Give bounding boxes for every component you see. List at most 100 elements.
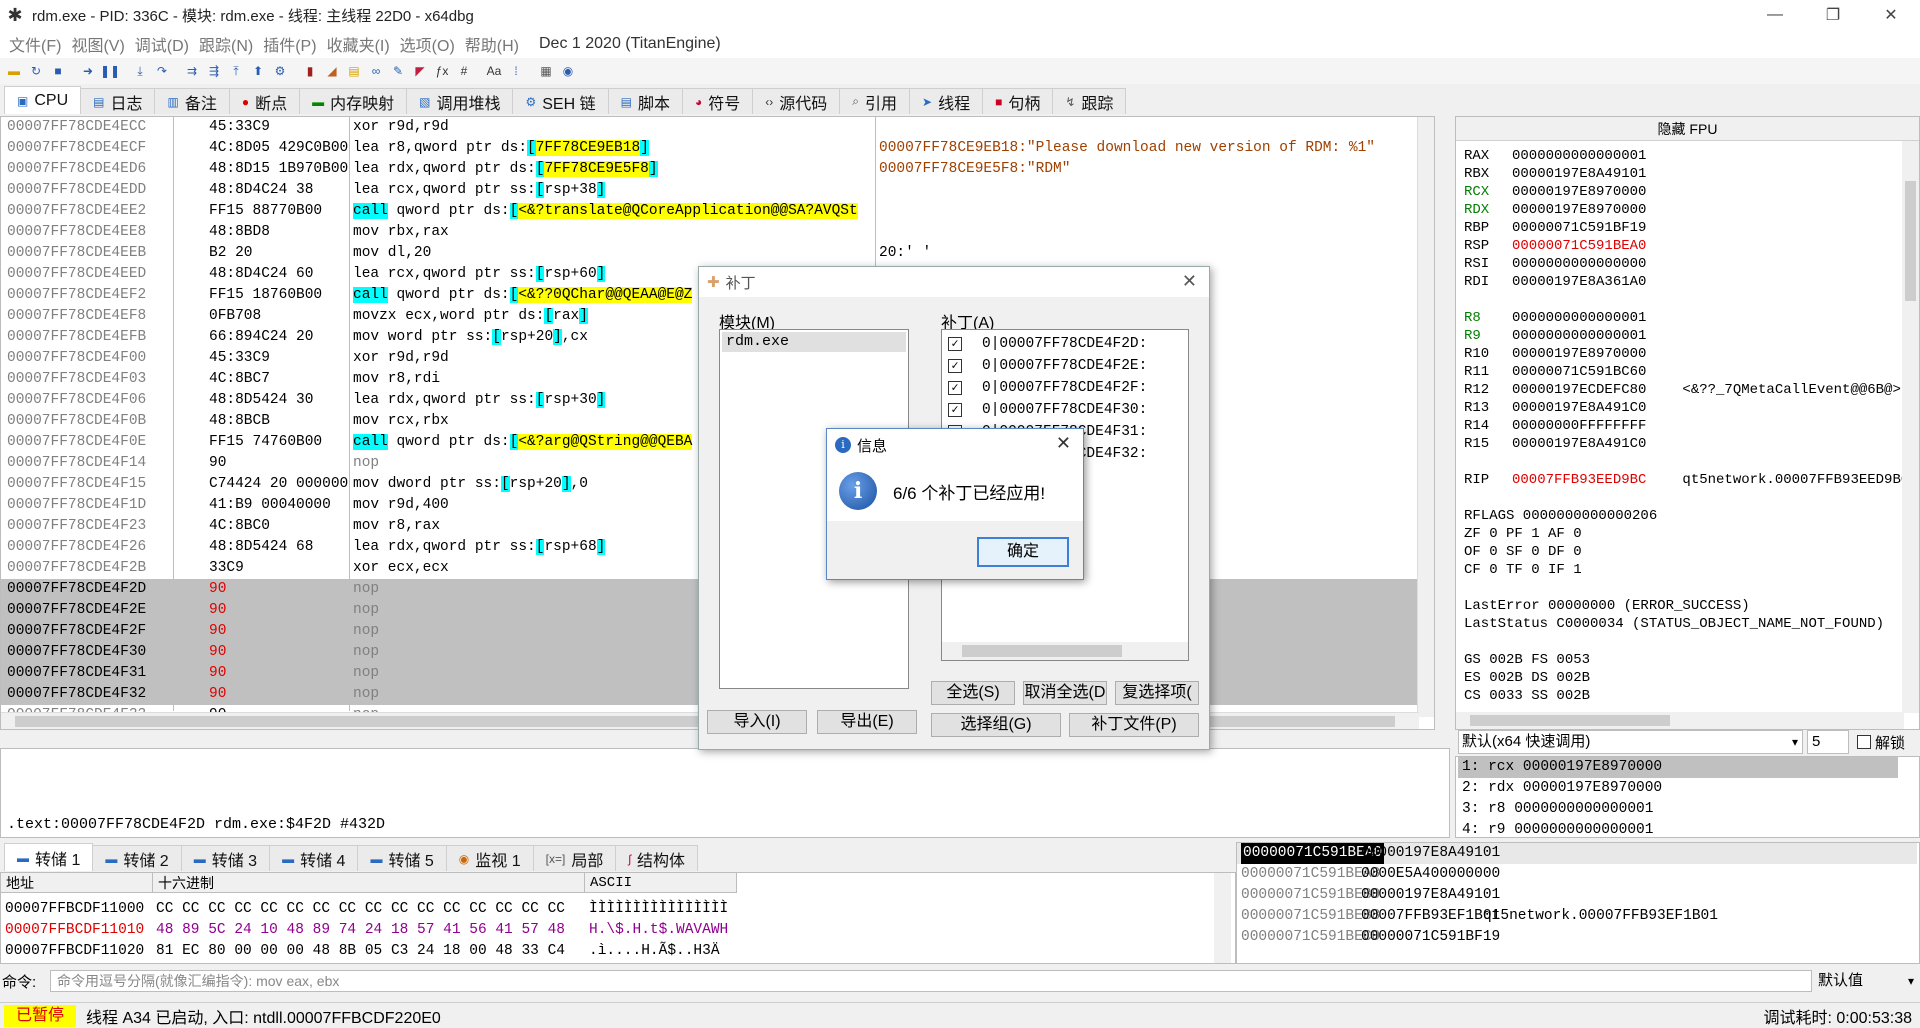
disasm-vertical-scrollbar[interactable] xyxy=(1417,117,1434,717)
patch-checkbox[interactable]: ✓ xyxy=(948,359,962,373)
patch-checkbox[interactable]: ✓ xyxy=(948,403,962,417)
tab-handles[interactable]: ■ 句柄 xyxy=(982,88,1054,114)
command-input[interactable]: 命令用逗号分隔(就像汇编指令): mov eax, ebx xyxy=(50,970,1812,992)
register-line[interactable]: OF 0 SF 0 DF 0 xyxy=(1464,543,1582,561)
register-line[interactable]: R8 0000000000000001 xyxy=(1464,309,1646,327)
import-button[interactable]: 导入(I) xyxy=(707,710,807,734)
register-line[interactable]: R15 00000197E8A491C0 xyxy=(1464,435,1646,453)
registers-horizontal-scrollbar[interactable] xyxy=(1456,712,1904,729)
register-line[interactable]: GS 002B FS 0053 xyxy=(1464,651,1590,669)
pause-icon[interactable]: ❚❚ xyxy=(100,61,120,81)
eraser-icon[interactable]: ◤ xyxy=(410,61,430,81)
calculator-icon[interactable]: ▦ xyxy=(536,61,556,81)
disasm-row[interactable]: 00007FF78CDE4EEB B2 20 mov dl,20 xyxy=(1,243,1419,264)
patch-item[interactable]: ✓ 0|00007FF78CDE4F30: xyxy=(948,400,1147,420)
patches-horizontal-scrollbar[interactable] xyxy=(942,642,1188,660)
execute-till-return-icon[interactable]: ⬆ xyxy=(248,61,268,81)
bookmark-icon[interactable]: ✎ xyxy=(388,61,408,81)
arg-count-spinner[interactable]: 5 xyxy=(1807,730,1849,754)
font-icon[interactable]: Aa xyxy=(484,61,504,81)
tab-dump-2[interactable]: ▬ 转储 2 xyxy=(92,845,182,871)
tab-references[interactable]: ⌕ 引用 xyxy=(839,88,910,114)
run-to-user-icon[interactable]: ⤒ xyxy=(226,61,246,81)
dump-view[interactable]: 地址 十六进制 ASCII 00007FFBCDF11000 CC CC CC … xyxy=(0,872,1236,964)
patch-item[interactable]: ✓ 0|00007FF78CDE4F2D: xyxy=(948,334,1147,354)
register-line[interactable]: R11 00000071C591BC60 xyxy=(1464,363,1646,381)
register-line[interactable]: RDI 00000197E8A361A0 xyxy=(1464,273,1646,291)
menu-debug[interactable]: 调试(D) xyxy=(130,32,194,56)
patch-icon[interactable]: ◢ xyxy=(322,61,342,81)
tab-script[interactable]: ▤ 脚本 xyxy=(607,88,683,114)
comment-icon[interactable]: ▤ xyxy=(344,61,364,81)
menu-favourites[interactable]: 收藏夹(I) xyxy=(322,32,395,56)
dump-vertical-scrollbar[interactable] xyxy=(1214,873,1231,963)
register-line[interactable]: RCX 00000197E8970000 xyxy=(1464,183,1646,201)
run-icon[interactable]: ➜ xyxy=(78,61,98,81)
tab-dump-1[interactable]: ▬ 转储 1 xyxy=(4,843,94,871)
register-line[interactable]: RSP 00000071C591BEA0 xyxy=(1464,237,1646,255)
unlock-checkbox[interactable] xyxy=(1857,735,1871,749)
tab-trace[interactable]: ↯ 跟踪 xyxy=(1052,88,1127,114)
register-line[interactable]: R9 0000000000000001 xyxy=(1464,327,1646,345)
select-all-button[interactable]: 全选(S) xyxy=(931,681,1015,705)
menu-options[interactable]: 选项(O) xyxy=(395,32,460,56)
patch-dialog-close-button[interactable]: ✕ xyxy=(1182,271,1197,292)
register-line[interactable]: CF 0 TF 0 IF 1 xyxy=(1464,561,1582,579)
patch-checkbox[interactable]: ✓ xyxy=(948,337,962,351)
menu-trace[interactable]: 跟踪(N) xyxy=(194,32,258,56)
register-line[interactable]: CS 0033 SS 002B xyxy=(1464,687,1590,705)
strings-icon[interactable]: ⁞ xyxy=(506,61,526,81)
register-line[interactable]: R10 00000197E8970000 xyxy=(1464,345,1646,363)
link-icon[interactable]: ∞ xyxy=(366,61,386,81)
tab-memory-map[interactable]: ▬ 内存映射 xyxy=(299,88,408,114)
register-line[interactable]: RIP 00007FFB93EED9BC qt5network.00007FFB93… xyxy=(1464,471,1909,489)
register-line[interactable]: R12 00000197ECDEFC80 <&??_7QMetaCallEvent@… xyxy=(1464,381,1901,399)
module-item[interactable]: rdm.exe xyxy=(722,332,906,352)
register-line[interactable]: LastError 00000000 (ERROR_SUCCESS) xyxy=(1464,597,1750,615)
script-icon[interactable]: ▮ xyxy=(300,61,320,81)
menu-plugins[interactable]: 插件(P) xyxy=(258,32,321,56)
tab-struct[interactable]: ʃ 结构体 xyxy=(615,845,699,871)
disasm-row[interactable]: 00007FF78CDE4EE8 48:8BD8 mov rbx,rax xyxy=(1,222,1419,243)
minimize-button[interactable]: — xyxy=(1746,0,1804,30)
register-line[interactable]: RSI 0000000000000000 xyxy=(1464,255,1646,273)
disasm-row[interactable]: 00007FF78CDE4ED6 48:8D15 1B970B00 lea rdx,… xyxy=(1,159,1419,180)
stack-view[interactable]: 00000071C591BEA0 00000197E8A49101 000000… xyxy=(1236,842,1920,964)
trace-over-icon[interactable]: ⇶ xyxy=(204,61,224,81)
patch-file-button[interactable]: 补丁文件(P) xyxy=(1069,713,1199,737)
ok-button[interactable]: 确定 xyxy=(977,537,1069,567)
animate-icon[interactable]: ⚙ xyxy=(270,61,290,81)
restore-selected-button[interactable]: 复选择项( xyxy=(1115,681,1199,705)
restore-button[interactable]: ❐ xyxy=(1804,0,1862,30)
export-button[interactable]: 导出(E) xyxy=(817,710,917,734)
step-over-icon[interactable]: ↷ xyxy=(152,61,172,81)
menu-file[interactable]: 文件(F) xyxy=(4,32,66,56)
register-line[interactable]: RDX 00000197E8970000 xyxy=(1464,201,1646,219)
close-icon[interactable]: ■ xyxy=(48,61,68,81)
register-line[interactable]: LastStatus C0000034 (STATUS_OBJECT_NAME_… xyxy=(1464,615,1884,633)
restart-icon[interactable]: ↻ xyxy=(26,61,46,81)
tab-threads[interactable]: ➤ 线程 xyxy=(909,88,984,114)
tab-log[interactable]: ▤ 日志 xyxy=(80,88,156,114)
tab-call-stack[interactable]: ▧ 调用堆栈 xyxy=(406,88,514,114)
tab-notes[interactable]: ▥ 备注 xyxy=(154,88,230,114)
tab-source[interactable]: ‹› 源代码 xyxy=(752,88,841,114)
disasm-row[interactable]: 00007FF78CDE4EDD 48:8D4C24 38 lea rcx,qwor… xyxy=(1,180,1419,201)
register-line[interactable]: RBP 00000071C591BF19 xyxy=(1464,219,1646,237)
command-mode-select[interactable]: 默认值 xyxy=(1818,970,1918,992)
tab-seh[interactable]: ⚙ SEH 链 xyxy=(512,88,609,114)
open-icon[interactable]: ▬ xyxy=(4,61,24,81)
disasm-row[interactable]: 00007FF78CDE4EE2 FF15 88770B00 call qword … xyxy=(1,201,1419,222)
tab-watch-1[interactable]: ◉ 监视 1 xyxy=(445,845,534,871)
tab-breakpoints[interactable]: ● 断点 xyxy=(228,88,301,114)
tab-locals[interactable]: [x=] 局部 xyxy=(532,845,617,871)
tab-symbols[interactable]: ◕ 符号 xyxy=(681,88,754,114)
register-line[interactable]: RBX 00000197E8A49101 xyxy=(1464,165,1646,183)
register-line[interactable]: ES 002B DS 002B xyxy=(1464,669,1590,687)
register-line[interactable]: RFLAGS 0000000000000206 xyxy=(1464,507,1657,525)
msgbox-close-button[interactable]: ✕ xyxy=(1056,433,1071,454)
function-icon[interactable]: ƒx xyxy=(432,61,452,81)
menu-view[interactable]: 视图(V) xyxy=(66,32,129,56)
patch-item[interactable]: ✓ 0|00007FF78CDE4F2E: xyxy=(948,356,1147,376)
patch-item[interactable]: ✓ 0|00007FF78CDE4F2F: xyxy=(948,378,1147,398)
